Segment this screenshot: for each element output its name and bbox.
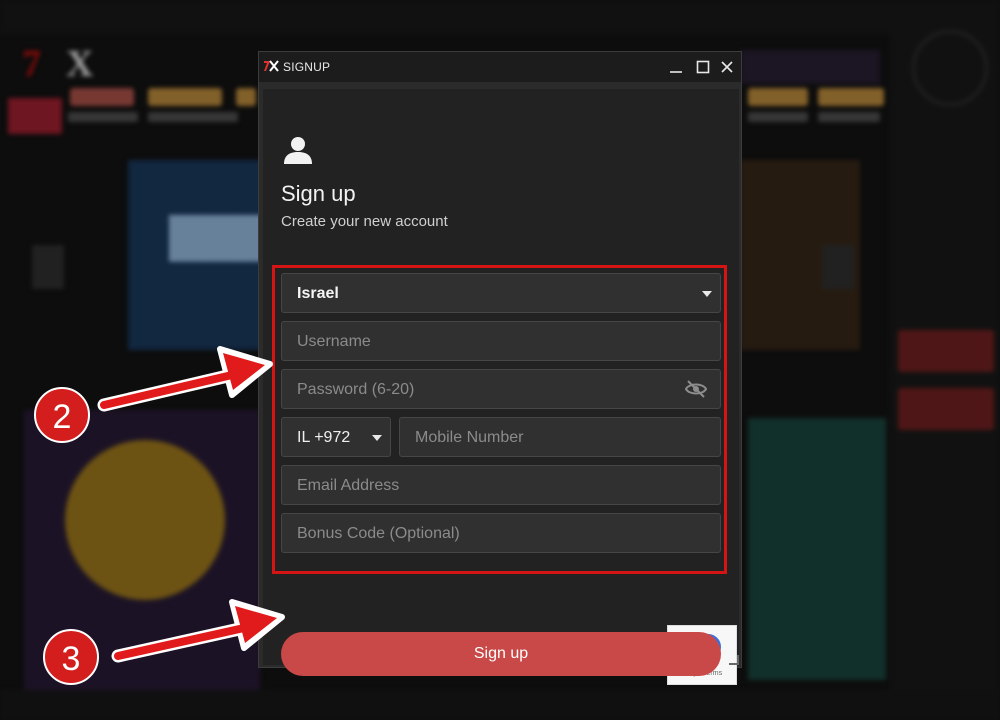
step-3-number: 3 xyxy=(61,640,81,678)
page-title: Sign up xyxy=(281,181,356,206)
step-3-badge: 3 xyxy=(43,629,99,685)
signup-button[interactable]: Sign up xyxy=(281,632,721,676)
form-highlight-box xyxy=(272,265,727,574)
user-icon xyxy=(284,137,312,164)
close-icon[interactable] xyxy=(718,58,736,76)
window-titlebar[interactable]: SIGNUP xyxy=(259,52,741,82)
app-logo-icon xyxy=(264,60,279,72)
window-title: SIGNUP xyxy=(283,60,331,74)
step-2-badge: 2 xyxy=(34,387,90,443)
signup-button-label: Sign up xyxy=(473,645,529,662)
resize-grip[interactable] xyxy=(729,655,739,665)
step-2-number: 2 xyxy=(52,398,72,436)
minimize-icon[interactable] xyxy=(667,58,685,76)
page-subtitle: Create your new account xyxy=(281,213,448,230)
maximize-icon[interactable] xyxy=(694,58,712,76)
